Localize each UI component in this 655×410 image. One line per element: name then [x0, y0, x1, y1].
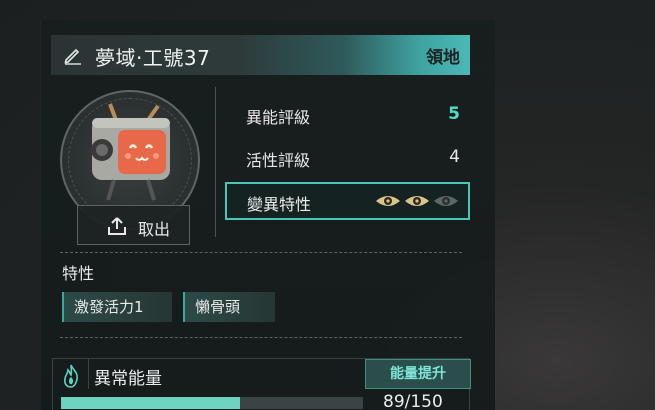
take-out-button[interactable]: 取出 — [77, 205, 190, 245]
pencil-icon[interactable] — [63, 45, 83, 65]
anomaly-energy-label: 異常能量 — [94, 369, 162, 389]
energy-count: 89/150 — [383, 392, 443, 410]
energy-bar — [61, 397, 363, 409]
section-divider — [60, 337, 462, 338]
unit-name[interactable]: 夢域·工號37 — [95, 42, 210, 71]
flame-icon — [64, 364, 78, 388]
eye-icon — [405, 196, 429, 206]
traits-title: 特性 — [62, 264, 95, 283]
mutation-trait-row[interactable]: 變異特性 — [225, 182, 470, 220]
take-out-label: 取出 — [138, 220, 171, 239]
eye-icon — [376, 196, 400, 206]
territory-label: 領地 — [426, 48, 460, 68]
section-divider — [60, 252, 462, 253]
ability-rating-value: 5 — [448, 104, 460, 124]
ability-rating-label: 異能評級 — [246, 108, 311, 127]
activity-rating-value: 4 — [449, 147, 460, 167]
energy-boost-button[interactable]: 能量提升 — [365, 359, 471, 389]
trait-tag[interactable]: 懶骨頭 — [183, 292, 275, 322]
trait-tag[interactable]: 激發活力1 — [62, 292, 172, 322]
divider — [215, 87, 216, 237]
activity-rating-label: 活性評級 — [246, 151, 311, 170]
unit-header: 夢域·工號37 領地 — [51, 35, 470, 75]
anomaly-energy-panel: 異常能量 能量提升 89/150 — [52, 358, 471, 410]
robot-avatar-icon — [91, 103, 170, 201]
eye-icon — [434, 196, 458, 206]
mutation-trait-label: 變異特性 — [247, 195, 312, 214]
mutation-eyes — [375, 193, 459, 209]
upload-icon — [106, 215, 128, 237]
energy-bar-fill — [61, 397, 241, 409]
divider — [88, 359, 89, 389]
